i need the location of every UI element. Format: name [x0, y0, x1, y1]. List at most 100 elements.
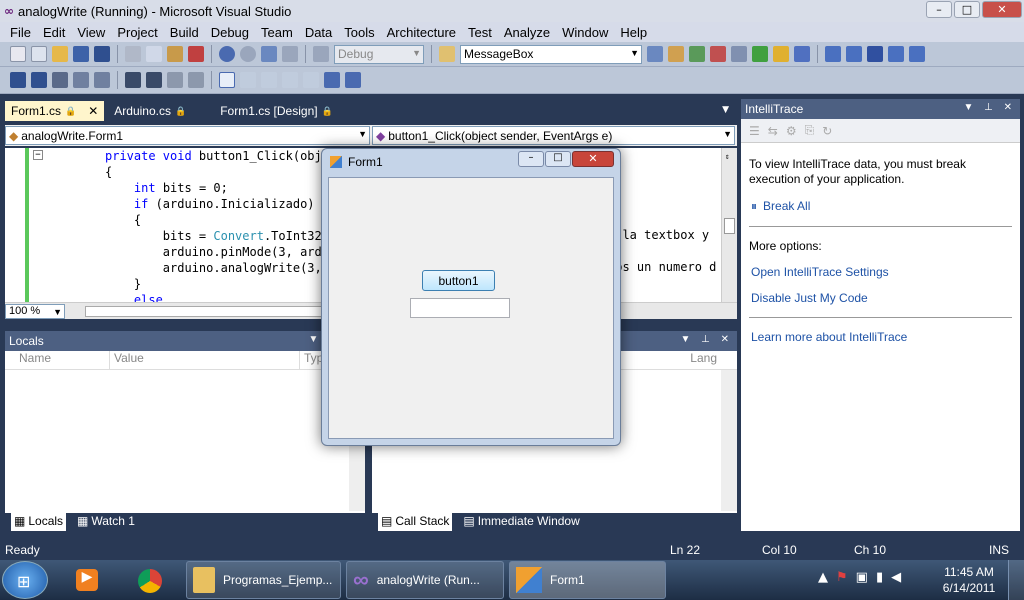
toggle-bookmark-icon[interactable] — [345, 72, 361, 88]
menu-test[interactable]: Test — [462, 25, 498, 40]
prev-bookmark-folder-icon[interactable] — [282, 72, 298, 88]
tab-arduino-cs[interactable]: Arduino.cs 🔒 — [108, 101, 192, 121]
delete-icon[interactable] — [188, 46, 204, 62]
solution-config-combo[interactable]: Debug ▼ — [334, 44, 424, 64]
show-hidden-icons-icon[interactable]: ▲ — [818, 570, 828, 585]
step-into-icon[interactable] — [909, 46, 925, 62]
menu-file[interactable]: File — [4, 25, 37, 40]
clear-bookmarks-icon[interactable] — [324, 72, 340, 88]
copy-icon[interactable] — [146, 46, 162, 62]
open-icon[interactable]: ⎘ — [805, 123, 815, 138]
align-lefts-icon[interactable] — [10, 72, 26, 88]
disable-just-my-code-link[interactable]: Disable Just My Code — [751, 291, 868, 305]
break-all-icon[interactable] — [846, 46, 862, 62]
restart-icon[interactable] — [888, 46, 904, 62]
textbox1[interactable] — [410, 298, 510, 318]
menu-architecture[interactable]: Architecture — [381, 25, 462, 40]
uncomment-icon[interactable] — [188, 72, 204, 88]
find-in-files-icon[interactable] — [439, 46, 455, 62]
navigate-forward-icon[interactable] — [282, 46, 298, 62]
scroll-thumb[interactable] — [724, 218, 735, 234]
prev-bookmark-icon[interactable] — [240, 72, 256, 88]
comment-icon[interactable] — [167, 72, 183, 88]
class-combo[interactable]: ◆ analogWrite.Form1 ▼ — [5, 126, 370, 145]
clock[interactable]: 11:45 AM 6/14/2011 — [940, 564, 998, 596]
tab-immediate-window[interactable]: ▤ Immediate Window — [460, 514, 582, 528]
tab-watch1[interactable]: ▦ Watch 1 — [74, 514, 138, 528]
menu-build[interactable]: Build — [164, 25, 205, 40]
learn-more-link[interactable]: Learn more about IntelliTrace — [751, 330, 907, 344]
toolbox-icon[interactable] — [710, 46, 726, 62]
start-button[interactable]: ⊞ — [2, 561, 48, 599]
volume-icon[interactable]: ◀ — [891, 570, 901, 585]
font-icon[interactable] — [73, 72, 89, 88]
tab-locals[interactable]: ▦ Locals — [11, 511, 67, 531]
zoom-combo[interactable]: 100 % ▼ — [5, 303, 65, 319]
break-all-link[interactable]: Break All — [763, 199, 810, 214]
close-tab-icon[interactable]: ✕ — [88, 104, 98, 118]
new-project-icon[interactable] — [10, 46, 26, 62]
properties-icon[interactable] — [668, 46, 684, 62]
action-center-icon[interactable]: ⚑ — [836, 570, 848, 585]
pointer-icon[interactable] — [52, 72, 68, 88]
refresh-icon[interactable]: ↻ — [822, 124, 832, 138]
navigate-back-icon[interactable] — [261, 46, 277, 62]
list-icon[interactable]: ☰ — [749, 124, 760, 138]
save-icon[interactable] — [73, 46, 89, 62]
command-window-icon[interactable] — [773, 46, 789, 62]
bookmark-icon[interactable] — [219, 72, 235, 88]
menu-team[interactable]: Team — [255, 25, 299, 40]
menu-debug[interactable]: Debug — [205, 25, 255, 40]
outdent-icon[interactable] — [146, 72, 162, 88]
align-centers-icon[interactable] — [31, 72, 47, 88]
paste-icon[interactable] — [167, 46, 183, 62]
add-item-icon[interactable] — [31, 46, 47, 62]
col-value[interactable]: Value — [110, 351, 300, 369]
tab-form1-design[interactable]: Form1.cs [Design] 🔒 — [214, 101, 339, 121]
continue-icon[interactable] — [825, 46, 841, 62]
media-player-pin[interactable]: ▶ — [62, 561, 112, 599]
menu-project[interactable]: Project — [111, 25, 163, 40]
form1-minimize-button[interactable]: – — [518, 151, 544, 167]
tab-list-icon[interactable]: ▼ — [722, 105, 729, 115]
save-all-icon[interactable] — [94, 46, 110, 62]
find-combo[interactable]: MessageBox ▼ — [460, 44, 642, 64]
menu-edit[interactable]: Edit — [37, 25, 71, 40]
collapse-icon[interactable]: − — [33, 150, 43, 160]
menu-tools[interactable]: Tools — [338, 25, 380, 40]
object-browser-icon[interactable] — [689, 46, 705, 62]
pin-icon[interactable]: 🔒 — [65, 106, 76, 117]
col-language[interactable]: Lang — [690, 351, 717, 365]
stop-debugging-icon[interactable] — [867, 46, 883, 62]
indent-icon[interactable] — [125, 72, 141, 88]
format-icon[interactable] — [94, 72, 110, 88]
close-button[interactable]: ✕ — [982, 1, 1022, 18]
menu-help[interactable]: Help — [614, 25, 653, 40]
solution-explorer-icon[interactable] — [647, 46, 663, 62]
chrome-pin[interactable] — [124, 561, 174, 599]
callstack-scrollbar[interactable] — [721, 370, 737, 511]
taskbar-item-vs[interactable]: ∞ analogWrite (Run... — [346, 561, 504, 599]
network-icon[interactable]: ▮ — [876, 570, 883, 585]
open-file-icon[interactable] — [52, 46, 68, 62]
calls-icon[interactable]: ⇆ — [768, 124, 778, 138]
form1-close-button[interactable]: ✕ — [572, 151, 614, 167]
settings-icon[interactable]: ⚙ — [786, 124, 797, 138]
start-icon[interactable] — [313, 46, 329, 62]
vertical-scrollbar[interactable]: ⇕ — [721, 148, 737, 302]
show-desktop-button[interactable] — [1008, 560, 1024, 600]
open-intellitrace-settings-link[interactable]: Open IntelliTrace Settings — [751, 265, 889, 279]
col-type[interactable]: Typ — [300, 351, 323, 369]
redo-icon[interactable] — [240, 46, 256, 62]
maximize-button[interactable]: □ — [954, 1, 980, 18]
member-combo[interactable]: ◆ button1_Click(object sender, EventArgs… — [372, 126, 735, 145]
undo-icon[interactable] — [219, 46, 235, 62]
tab-call-stack[interactable]: ▤ Call Stack — [378, 511, 453, 531]
tab-form1-cs[interactable]: Form1.cs 🔒 ✕ — [5, 101, 105, 121]
split-icon[interactable]: ⇕ — [725, 152, 730, 161]
output-window-icon[interactable] — [794, 46, 810, 62]
form1-maximize-button[interactable]: □ — [545, 151, 571, 167]
minimize-button[interactable]: – — [926, 1, 952, 18]
panel-buttons[interactable]: ▼ ⊥ ✕ — [963, 102, 1016, 113]
menu-data[interactable]: Data — [299, 25, 338, 40]
